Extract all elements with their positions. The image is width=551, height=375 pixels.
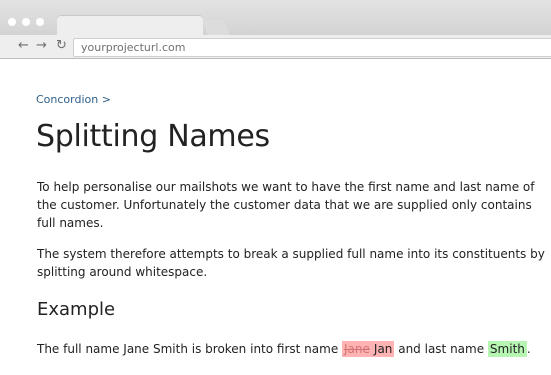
reload-icon[interactable]: ↻ (56, 38, 67, 54)
passed-assertion-last-name: Smith (487, 341, 527, 357)
breadcrumb-link[interactable]: Concordion > (36, 93, 111, 106)
browser-chrome: ← → ↻ yourprojecturl.com (0, 0, 551, 59)
forward-arrow-icon[interactable]: → (36, 38, 47, 54)
window-close-icon[interactable] (8, 18, 16, 26)
actual-first-name: Jan (373, 342, 393, 356)
browser-window: ← → ↻ yourprojecturl.com Concordion > Sp… (0, 0, 551, 375)
window-minimize-icon[interactable] (22, 18, 30, 26)
example-prefix: The full name Jane Smith is broken into … (37, 342, 343, 356)
expected-first-name: Jane (344, 342, 370, 356)
address-bar[interactable]: yourprojecturl.com (73, 38, 551, 57)
example-heading: Example (37, 299, 116, 320)
system-paragraph: The system therefore attempts to break a… (37, 247, 545, 279)
example-middle: and last name (394, 342, 488, 356)
browser-tab[interactable] (57, 16, 203, 35)
window-maximize-icon[interactable] (36, 18, 44, 26)
intro-paragraph: To help personalise our mailshots we wan… (37, 180, 535, 230)
back-arrow-icon[interactable]: ← (18, 38, 29, 54)
failed-assertion: Jane Jan (342, 341, 395, 357)
url-text: yourprojecturl.com (81, 41, 186, 54)
example-suffix: . (526, 342, 531, 356)
page-title: Splitting Names (36, 119, 270, 154)
page-content: Concordion > Splitting Names To help per… (8, 59, 551, 375)
example-sentence: The full name Jane Smith is broken into … (37, 340, 531, 358)
